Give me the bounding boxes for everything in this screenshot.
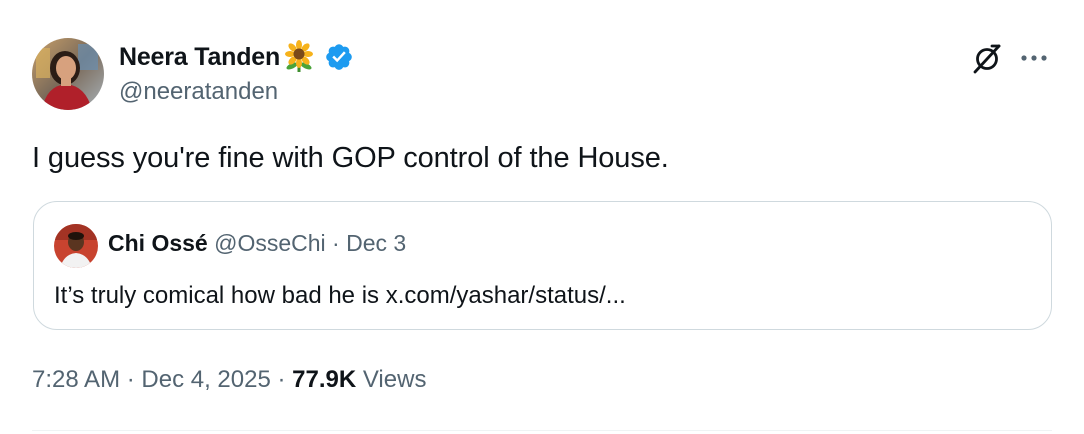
views-label: Views xyxy=(356,366,427,393)
tweet-meta: 7:28 AM · Dec 4, 2025 · 77.9K Views xyxy=(32,366,426,394)
sunflower-icon xyxy=(282,40,316,74)
views-count[interactable]: 77.9K xyxy=(292,366,356,393)
quote-header: Chi Ossé @OsseChi · Dec 3 xyxy=(108,230,406,257)
quote-author-avatar[interactable] xyxy=(54,224,98,268)
quote-author-name[interactable]: Chi Ossé xyxy=(108,230,208,256)
author-handle[interactable]: @neeratanden xyxy=(119,78,278,106)
tweet-text: I guess you're fine with GOP control of … xyxy=(32,142,669,174)
tweet-date[interactable]: Dec 4, 2025 xyxy=(141,366,270,393)
author-avatar[interactable] xyxy=(32,38,104,110)
quote-author-handle-text: @OsseChi xyxy=(214,230,326,256)
meta-separator: · xyxy=(120,366,142,393)
quote-author-handle[interactable]: @OsseChi xyxy=(214,230,326,256)
divider xyxy=(32,430,1052,431)
tweet-card: Neera Tanden @neeratanden I guess you're… xyxy=(0,0,1084,434)
grok-icon[interactable] xyxy=(970,42,1004,76)
author-display-name[interactable]: Neera Tanden xyxy=(119,43,280,72)
more-options-icon[interactable] xyxy=(1016,44,1052,72)
quote-date[interactable]: Dec 3 xyxy=(346,230,406,256)
verified-badge-icon[interactable] xyxy=(324,42,354,72)
tweet-time[interactable]: 7:28 AM xyxy=(32,366,120,393)
quote-text: It’s truly comical how bad he is x.com/y… xyxy=(54,282,626,309)
meta-separator-2: · xyxy=(270,366,293,393)
quoted-tweet[interactable]: Chi Ossé @OsseChi · Dec 3 It’s truly com… xyxy=(33,201,1052,330)
quote-separator: · xyxy=(325,230,347,256)
author-name-row: Neera Tanden xyxy=(119,40,354,74)
